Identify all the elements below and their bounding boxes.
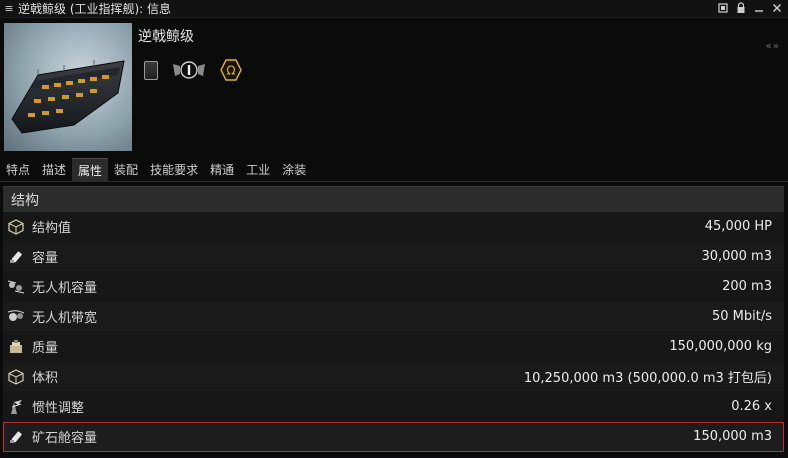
info-tabs: 特点 描述 属性 装配 技能要求 精通 工业 涂装 [0, 158, 788, 182]
attributes-panel: 结构 结构值 45,000 HP 容量 30,000 m3 无人机容量 200 … [3, 186, 784, 456]
close-icon[interactable] [770, 1, 784, 15]
tab-attributes[interactable]: 属性 [72, 158, 109, 181]
ore-hold-icon [3, 422, 29, 452]
ship-badges: Ω [144, 59, 242, 81]
attribute-label: 矿石舱容量 [32, 431, 98, 446]
tab-skill-requirements[interactable]: 技能要求 [144, 158, 204, 181]
window-titlebar: ≡ 逆戟鲸级 (工业指挥舰): 信息 [0, 0, 788, 18]
tab-traits[interactable]: 特点 [0, 158, 36, 181]
attribute-label: 无人机带宽 [32, 311, 98, 326]
window-controls [716, 1, 784, 15]
attribute-value: 50 Mbit/s [711, 309, 772, 324]
window-menu-icon[interactable]: ≡ [0, 2, 18, 15]
attribute-value: 150,000 m3 [693, 429, 772, 444]
attribute-label: 体积 [32, 371, 59, 386]
tab-industry[interactable]: 工业 [240, 158, 276, 181]
drone-capacity-icon [3, 272, 29, 302]
attribute-label: 质量 [32, 341, 59, 356]
mass-icon [3, 332, 29, 362]
structure-hp-icon [3, 212, 29, 242]
section-header-structure[interactable]: 结构 [3, 186, 784, 212]
attribute-row[interactable]: 无人机带宽 50 Mbit/s [3, 302, 784, 332]
attribute-value: 150,000,000 kg [669, 339, 772, 354]
card-icon[interactable] [144, 60, 158, 80]
attribute-value: 0.26 x [731, 399, 772, 414]
attribute-row[interactable]: 惯性调整 0.26 x [3, 392, 784, 422]
attribute-row[interactable]: 质量 150,000,000 kg [3, 332, 784, 362]
info-header: 逆戟鲸级 Ω « » [0, 19, 788, 156]
tab-skins[interactable]: 涂装 [276, 158, 312, 181]
ship-render-image [4, 23, 132, 151]
attribute-row[interactable]: 结构值 45,000 HP [3, 212, 784, 242]
svg-text:Ω: Ω [226, 64, 235, 78]
attribute-row[interactable]: 无人机容量 200 m3 [3, 272, 784, 302]
attribute-label: 惯性调整 [32, 401, 85, 416]
cargo-capacity-icon [3, 242, 29, 272]
attribute-row[interactable]: 容量 30,000 m3 [3, 242, 784, 272]
attribute-label: 无人机容量 [32, 281, 98, 296]
tab-fitting[interactable]: 装配 [108, 158, 144, 181]
attribute-value: 10,250,000 m3 (500,000.0 m3 打包后) [523, 371, 772, 386]
collapse-toggle[interactable]: « » [766, 41, 779, 52]
volume-icon [3, 362, 29, 392]
attribute-value: 30,000 m3 [701, 249, 772, 264]
inertia-icon [3, 392, 29, 422]
attribute-value: 45,000 HP [704, 219, 772, 234]
attribute-label: 容量 [32, 251, 59, 266]
pin-icon[interactable] [716, 1, 730, 15]
minimize-icon[interactable] [752, 1, 766, 15]
attribute-label: 结构值 [32, 221, 72, 236]
tab-description[interactable]: 描述 [36, 158, 72, 181]
omega-icon[interactable]: Ω [220, 59, 242, 81]
skill-level-icon[interactable] [172, 60, 206, 80]
lock-icon[interactable] [734, 1, 748, 15]
drone-bandwidth-icon [3, 302, 29, 332]
tab-mastery[interactable]: 精通 [204, 158, 240, 181]
ship-name: 逆戟鲸级 [138, 29, 194, 45]
attribute-row[interactable]: 体积 10,250,000 m3 (500,000.0 m3 打包后) [3, 362, 784, 392]
attribute-value: 200 m3 [722, 279, 772, 294]
window-title: 逆戟鲸级 (工业指挥舰): 信息 [18, 2, 172, 16]
attribute-row-highlighted[interactable]: 矿石舱容量 150,000 m3 [3, 422, 784, 452]
